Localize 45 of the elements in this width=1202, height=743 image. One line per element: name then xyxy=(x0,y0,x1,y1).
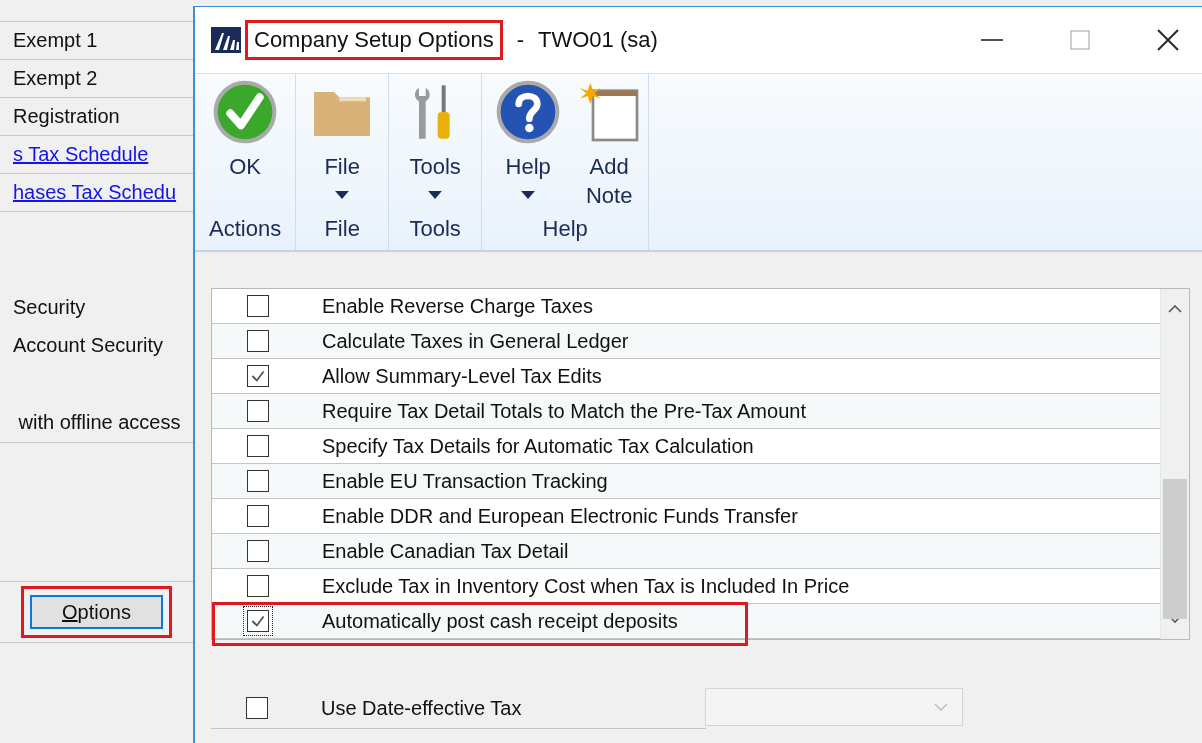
close-icon[interactable] xyxy=(1156,28,1180,52)
link[interactable]: hases Tax Schedu xyxy=(13,181,177,204)
checkmark-icon xyxy=(213,80,278,144)
scrollbar[interactable] xyxy=(1160,289,1189,639)
ribbon-group-label: Actions xyxy=(208,215,283,243)
link[interactable]: s Tax Schedule xyxy=(13,143,149,166)
option-label: Exclude Tax in Inventory Cost when Tax is Included In Price xyxy=(322,574,850,598)
options-button[interactable]: Options xyxy=(30,595,163,629)
option-label: Specify Tax Details for Automatic Tax Calculation xyxy=(322,434,754,458)
option-label: Use Date-effective Tax xyxy=(321,696,523,720)
ribbon-group-label: Help xyxy=(541,215,589,243)
app-logo-icon xyxy=(211,27,241,53)
field-label: Registration xyxy=(13,105,120,128)
option-label: Enable EU Transaction Tracking xyxy=(322,469,608,493)
option-label: Enable Reverse Charge Taxes xyxy=(322,294,593,318)
scrollbar-thumb[interactable] xyxy=(1163,479,1187,619)
caret-icon xyxy=(521,191,536,199)
checkbox[interactable] xyxy=(243,606,273,636)
option-label: Calculate Taxes in General Ledger xyxy=(322,329,629,353)
ribbon-button[interactable]: Tools xyxy=(393,74,478,210)
caret-icon xyxy=(428,191,443,199)
option-label: Automatically post cash receipt deposits xyxy=(322,609,678,633)
checkbox[interactable] xyxy=(246,697,268,719)
ribbon-button[interactable]: Help xyxy=(486,74,571,210)
chevron-down-icon xyxy=(934,703,948,711)
field-label: Exempt 1 xyxy=(13,29,98,52)
setting-label: with offline access xyxy=(17,410,181,434)
ribbon-button[interactable]: File xyxy=(300,74,385,210)
caret-icon xyxy=(335,191,350,199)
field-label: Exempt 2 xyxy=(13,67,98,90)
window-title: Company Setup Options xyxy=(245,20,503,60)
option-label: Enable Canadian Tax Detail xyxy=(322,539,569,563)
setting-label: Security xyxy=(13,295,86,319)
help-icon xyxy=(496,80,561,144)
setting-label: Account Security xyxy=(13,333,164,357)
title-separator: - xyxy=(516,27,525,53)
option-label: Allow Summary-Level Tax Edits xyxy=(322,364,602,388)
ribbon-group-label: File xyxy=(323,215,361,243)
option-label: Enable DDR and European Electronic Funds Transfer xyxy=(322,504,798,528)
scroll-up-icon[interactable] xyxy=(1168,305,1182,313)
option-label: Require Tax Detail Totals to Match the Pre-Tax Amount xyxy=(322,399,806,423)
ribbon-button[interactable]: Add Note xyxy=(574,74,645,210)
company-name: TWO01 (sa) xyxy=(538,27,658,53)
ribbon-group-label: Tools xyxy=(408,215,462,243)
ribbon-button[interactable]: OK xyxy=(203,74,288,210)
